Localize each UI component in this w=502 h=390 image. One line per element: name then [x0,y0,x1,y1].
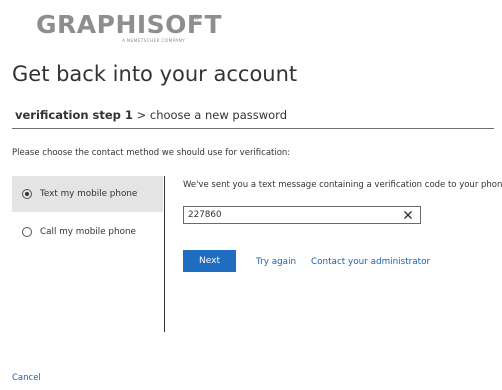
verification-message: We've sent you a text message containing… [183,180,502,190]
logo-tagline: A NEMETSCHEK COMPANY [122,39,185,44]
radio-button-icon[interactable] [22,227,32,237]
method-label: Call my mobile phone [40,227,136,237]
step-breadcrumb: verification step 1 > choose a new passw… [15,108,287,122]
graphisoft-logo: GRAPHISOFT ® A NEMETSCHEK COMPANY [36,10,222,44]
current-step: verification step 1 [15,108,133,122]
vertical-divider [164,176,165,332]
contact-administrator-link[interactable]: Contact your administrator [311,257,430,267]
verification-code-input[interactable] [184,208,388,222]
page-title: Get back into your account [12,62,298,86]
method-label: Text my mobile phone [40,189,138,199]
contact-method-instruction: Please choose the contact method we shou… [12,148,291,158]
logo-trademark: ® [193,14,200,22]
contact-method-list: Text my mobile phone Call my mobile phon… [12,176,163,252]
next-step: choose a new password [149,108,288,122]
cancel-link[interactable]: Cancel [12,373,41,383]
try-again-link[interactable]: Try again [256,257,296,267]
clear-icon[interactable] [402,209,414,221]
method-text-mobile[interactable]: Text my mobile phone [12,176,163,212]
header-divider [12,128,494,129]
method-call-mobile[interactable]: Call my mobile phone [12,214,163,250]
step-separator: > [132,108,150,122]
verification-code-field[interactable] [183,206,421,224]
next-button[interactable]: Next [183,250,236,272]
radio-button-icon[interactable] [22,189,32,199]
